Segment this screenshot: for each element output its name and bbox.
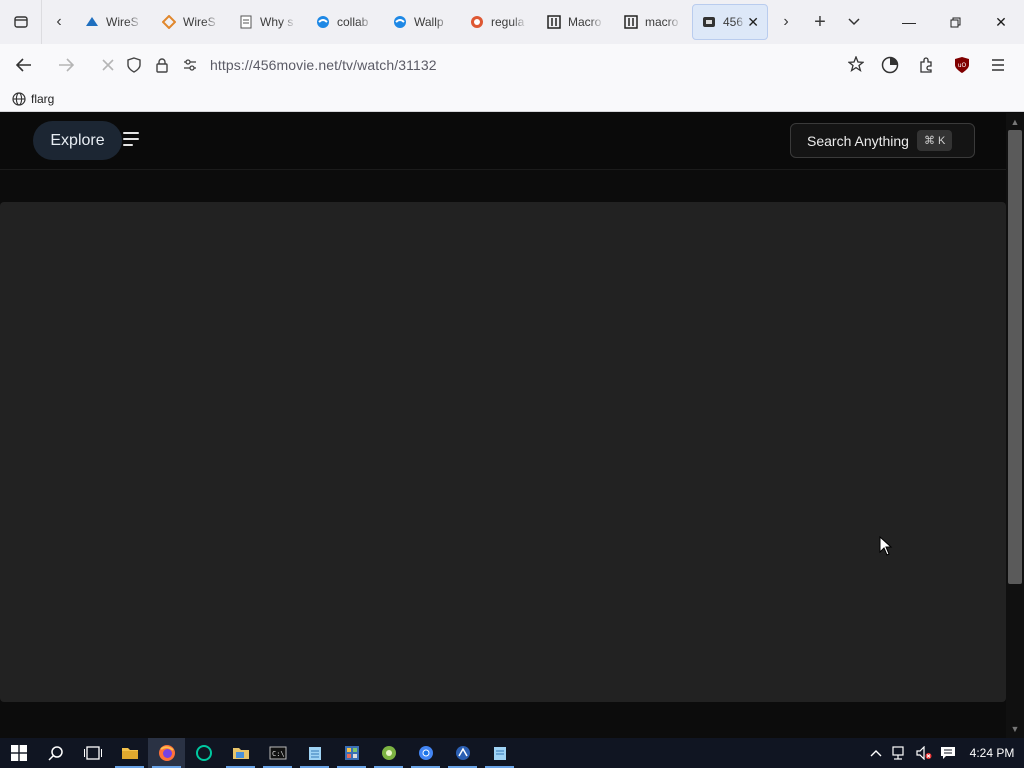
shark-fin-icon [84,14,100,30]
tab-title: macro [645,15,679,29]
toolbar-right: uO [872,48,1016,82]
film-icon [701,14,717,30]
terminal-icon[interactable] [185,738,222,768]
window-controls: — ✕ [886,0,1024,44]
navigation-bar: https://456movie.net/tv/watch/31132 uO [0,44,1024,86]
tab-title: collab [337,15,369,29]
tab[interactable]: collab [307,4,383,40]
shield-icon[interactable] [120,57,148,73]
restore-icon[interactable] [932,0,978,44]
notepad2-icon[interactable] [481,738,518,768]
command-prompt-icon[interactable]: C:\ [259,738,296,768]
search-icon[interactable] [37,738,74,768]
new-tab-icon[interactable]: + [803,0,837,44]
volume-muted-icon[interactable] [912,738,936,768]
document-icon [238,14,254,30]
folder-icon[interactable] [222,738,259,768]
bookmark-label: flarg [31,91,55,106]
permissions-icon[interactable] [176,59,204,71]
close-tab-icon[interactable]: ✕ [747,14,759,31]
tab[interactable]: Wallp [384,4,460,40]
extensions-icon[interactable] [908,48,944,82]
tab-strip: WireS WireS Why s collab Wallp regula Ma… [76,0,769,44]
keyboard-shortcut-badge: ⌘ K [916,130,953,151]
bookmarks-bar: flarg [0,86,1024,112]
svg-text:C:\: C:\ [272,750,285,758]
site-header: Explore Search Anything ⌘ K [0,113,1006,170]
control-panel-icon[interactable] [333,738,370,768]
wave-icon [315,14,331,30]
menu-icon[interactable] [123,132,141,148]
url-text: https://456movie.net/tv/watch/31132 [210,57,437,73]
tab-title: regula [491,15,525,29]
back-icon[interactable] [6,47,42,83]
ublock-icon[interactable]: uO [944,48,980,82]
lock-icon[interactable] [148,57,176,73]
clock[interactable]: 4:24 PM [960,746,1024,760]
tab-title: Wallp [414,15,444,29]
search-button-label: Search Anything [807,132,909,149]
minimize-icon[interactable]: — [886,0,932,44]
tab[interactable]: regula [461,4,537,40]
tab[interactable]: WireS [153,4,229,40]
green-app-icon[interactable] [370,738,407,768]
bookmark-item[interactable]: flarg [12,92,54,106]
duck-icon [469,14,485,30]
tab[interactable]: WireS [76,4,152,40]
taskbar: C:\ 4:24 PM [0,738,1024,768]
list-tabs-icon[interactable] [837,0,871,44]
tab-scroll-left-icon[interactable]: ‹ [42,0,76,44]
scroll-up-icon[interactable]: ▲ [1006,115,1024,129]
diamond-icon [161,14,177,30]
explore-button[interactable]: Explore [33,121,122,160]
start-windows-icon[interactable] [0,738,37,768]
tab[interactable]: macro [615,4,691,40]
tab[interactable]: Why s [230,4,306,40]
tab-title: 456 [723,15,744,29]
firefox-icon[interactable] [148,738,185,768]
page-scrollbar[interactable]: ▲ ▼ [1006,113,1024,738]
tab-title: Macro [568,15,602,29]
task-view-icon[interactable] [74,738,111,768]
tab-title: WireS [183,15,216,29]
columns-icon [623,14,639,30]
video-player[interactable] [0,202,1006,702]
tab-scroll-right-icon[interactable]: › [769,0,803,44]
bookmark-star-icon[interactable] [847,55,865,77]
svg-text:uO: uO [958,62,967,69]
forward-icon[interactable] [48,47,84,83]
notepad-icon[interactable] [296,738,333,768]
tab-title: WireS [106,15,139,29]
chevron-up-icon[interactable] [864,738,888,768]
tab[interactable]: Macro [538,4,614,40]
file-explorer-icon[interactable] [111,738,148,768]
tab-active[interactable]: 456 ✕ [692,4,768,40]
url-bar[interactable]: https://456movie.net/tv/watch/31132 [120,48,872,82]
tab-title: Why s [260,15,294,29]
notification-center-icon[interactable] [936,738,960,768]
account-icon[interactable] [872,48,908,82]
network-icon[interactable] [888,738,912,768]
close-window-icon[interactable]: ✕ [978,0,1024,44]
scrollbar-thumb[interactable] [1008,130,1022,584]
blue-app-icon[interactable] [444,738,481,768]
globe-icon [12,91,26,106]
chrome-icon[interactable] [407,738,444,768]
hamburger-menu-icon[interactable] [980,48,1016,82]
tab-overview-icon[interactable] [0,0,42,44]
mouse-cursor-icon [879,536,893,556]
scroll-down-icon[interactable]: ▼ [1006,722,1024,736]
web-page: Explore Search Anything ⌘ K [0,113,1006,738]
tab-bar: ‹ WireS WireS Why s collab Wallp regula … [0,0,1024,44]
search-button[interactable]: Search Anything ⌘ K [790,123,975,158]
columns-icon [546,14,562,30]
system-tray: 4:24 PM [864,738,1024,768]
wave-icon [392,14,408,30]
